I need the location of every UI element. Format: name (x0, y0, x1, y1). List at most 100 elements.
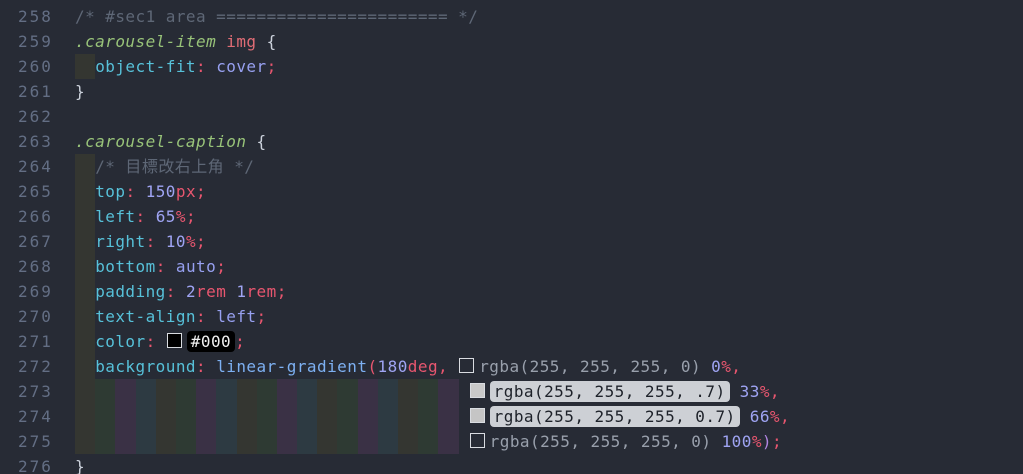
indent-rainbow-block (75, 204, 95, 229)
code-line[interactable]: 269padding: 2rem 1rem; (0, 279, 1023, 304)
code-token: rem; (246, 282, 286, 301)
code-line[interactable]: 267right: 10%; (0, 229, 1023, 254)
code-line[interactable]: 258/* #sec1 area =======================… (0, 4, 1023, 29)
code-line[interactable]: 265top: 150px; (0, 179, 1023, 204)
color-decorated-value[interactable]: rgba(255, 255, 255, .7) (490, 381, 730, 402)
code-token: ; (772, 432, 782, 451)
line-number: 274 (0, 404, 72, 429)
indent-rainbow-block (196, 379, 216, 404)
code-token: ( (367, 357, 377, 376)
indent-rainbow-block (277, 404, 297, 429)
code-content: } (75, 79, 85, 104)
indent-rainbow-block (277, 379, 297, 404)
indent-rainbow-block (115, 404, 135, 429)
code-token: rgba(255, 255, 255, 0) (479, 357, 701, 376)
code-line[interactable]: 262 (0, 104, 1023, 129)
code-content: padding: 2rem 1rem; (75, 279, 287, 304)
code-content: /* 目標改右上角 */ (75, 154, 254, 179)
indent-rainbow-block (95, 404, 115, 429)
code-content: bottom: auto; (75, 254, 226, 279)
indent-rainbow-block (156, 379, 176, 404)
code-line[interactable]: 264/* 目標改右上角 */ (0, 154, 1023, 179)
code-line[interactable]: 270text-align: left; (0, 304, 1023, 329)
line-number: 258 (0, 4, 72, 29)
color-swatch[interactable] (470, 383, 485, 398)
code-line[interactable]: 275 rgba(255, 255, 255, 0) 100%); (0, 429, 1023, 454)
code-content: object-fit: cover; (75, 54, 277, 79)
code-line[interactable]: 272background: linear-gradient(180deg, r… (0, 354, 1023, 379)
indent-rainbow-block (156, 429, 176, 454)
code-line[interactable]: 276} (0, 454, 1023, 474)
code-token: /* 目標改右上角 */ (95, 157, 254, 176)
code-content: background: linear-gradient(180deg, rgba… (75, 354, 741, 379)
indent-rainbow-block (176, 404, 196, 429)
indent-rainbow-block (216, 379, 236, 404)
code-token (459, 407, 469, 426)
color-decorated-value[interactable]: #000 (187, 331, 235, 352)
indent-rainbow-block (378, 404, 398, 429)
code-token: ; (267, 57, 277, 76)
indent-rainbow-block (75, 154, 95, 179)
indent-rainbow-block (438, 404, 458, 429)
indent-rainbow-block (75, 404, 95, 429)
code-token: %, (721, 357, 741, 376)
code-token: auto (176, 257, 216, 276)
code-line[interactable]: 266left: 65%; (0, 204, 1023, 229)
color-decorated-value[interactable]: rgba(255, 255, 255, 0.7) (490, 406, 740, 427)
code-token: %; (176, 207, 196, 226)
indent-rainbow-block (115, 379, 135, 404)
indent-rainbow-block (337, 404, 357, 429)
indent-rainbow-block (378, 379, 398, 404)
code-line[interactable]: 259.carousel-item img { (0, 29, 1023, 54)
code-line[interactable]: 261} (0, 79, 1023, 104)
code-token: ; (216, 257, 226, 276)
code-token (459, 432, 469, 451)
code-token: object-fit (95, 57, 196, 76)
indent-rainbow-block (418, 404, 438, 429)
indent-rainbow-block (358, 379, 378, 404)
indent-rainbow-block (398, 379, 418, 404)
indent-rainbow-block (317, 379, 337, 404)
code-token: : (136, 207, 156, 226)
indent-rainbow-block (75, 54, 95, 79)
code-token: } (75, 457, 85, 474)
code-token: .carousel-item (75, 32, 216, 51)
code-content: .carousel-item img { (75, 29, 277, 54)
code-content: } (75, 454, 85, 474)
indent-rainbow-block (136, 404, 156, 429)
color-swatch[interactable] (459, 358, 474, 373)
indent-rainbow-block (196, 429, 216, 454)
code-token: ; (257, 307, 267, 326)
code-token: /* #sec1 area ======================= */ (75, 7, 478, 26)
code-line[interactable]: 271color: #000; (0, 329, 1023, 354)
code-line[interactable]: 263.carousel-caption { (0, 129, 1023, 154)
code-token: % (752, 432, 762, 451)
line-number: 268 (0, 254, 72, 279)
code-token: } (75, 82, 85, 101)
color-swatch[interactable] (470, 408, 485, 423)
line-number: 270 (0, 304, 72, 329)
code-line[interactable]: 273 rgba(255, 255, 255, .7) 33%, (0, 379, 1023, 404)
indent-rainbow-block (75, 179, 95, 204)
code-line[interactable]: 260object-fit: cover; (0, 54, 1023, 79)
line-number: 265 (0, 179, 72, 204)
code-token: background (95, 357, 196, 376)
code-line[interactable]: 268bottom: auto; (0, 254, 1023, 279)
color-swatch[interactable] (470, 433, 485, 448)
code-token (459, 382, 469, 401)
code-line[interactable]: 274 rgba(255, 255, 255, 0.7) 66%, (0, 404, 1023, 429)
indent-rainbow-block (297, 379, 317, 404)
indent-rainbow-block (418, 379, 438, 404)
code-token: : (146, 232, 166, 251)
color-swatch[interactable] (167, 333, 182, 348)
indent-rainbow-block (75, 379, 95, 404)
code-token: : (166, 282, 186, 301)
indent-rainbow-block (358, 429, 378, 454)
code-token: .carousel-caption (75, 132, 246, 151)
indent-rainbow-block (237, 429, 257, 454)
code-token: 150 (146, 182, 176, 201)
code-editor-pane[interactable]: 258/* #sec1 area =======================… (0, 0, 1023, 474)
code-token: 0 (701, 357, 721, 376)
indent-rainbow-block (95, 429, 115, 454)
code-token: : (196, 357, 216, 376)
